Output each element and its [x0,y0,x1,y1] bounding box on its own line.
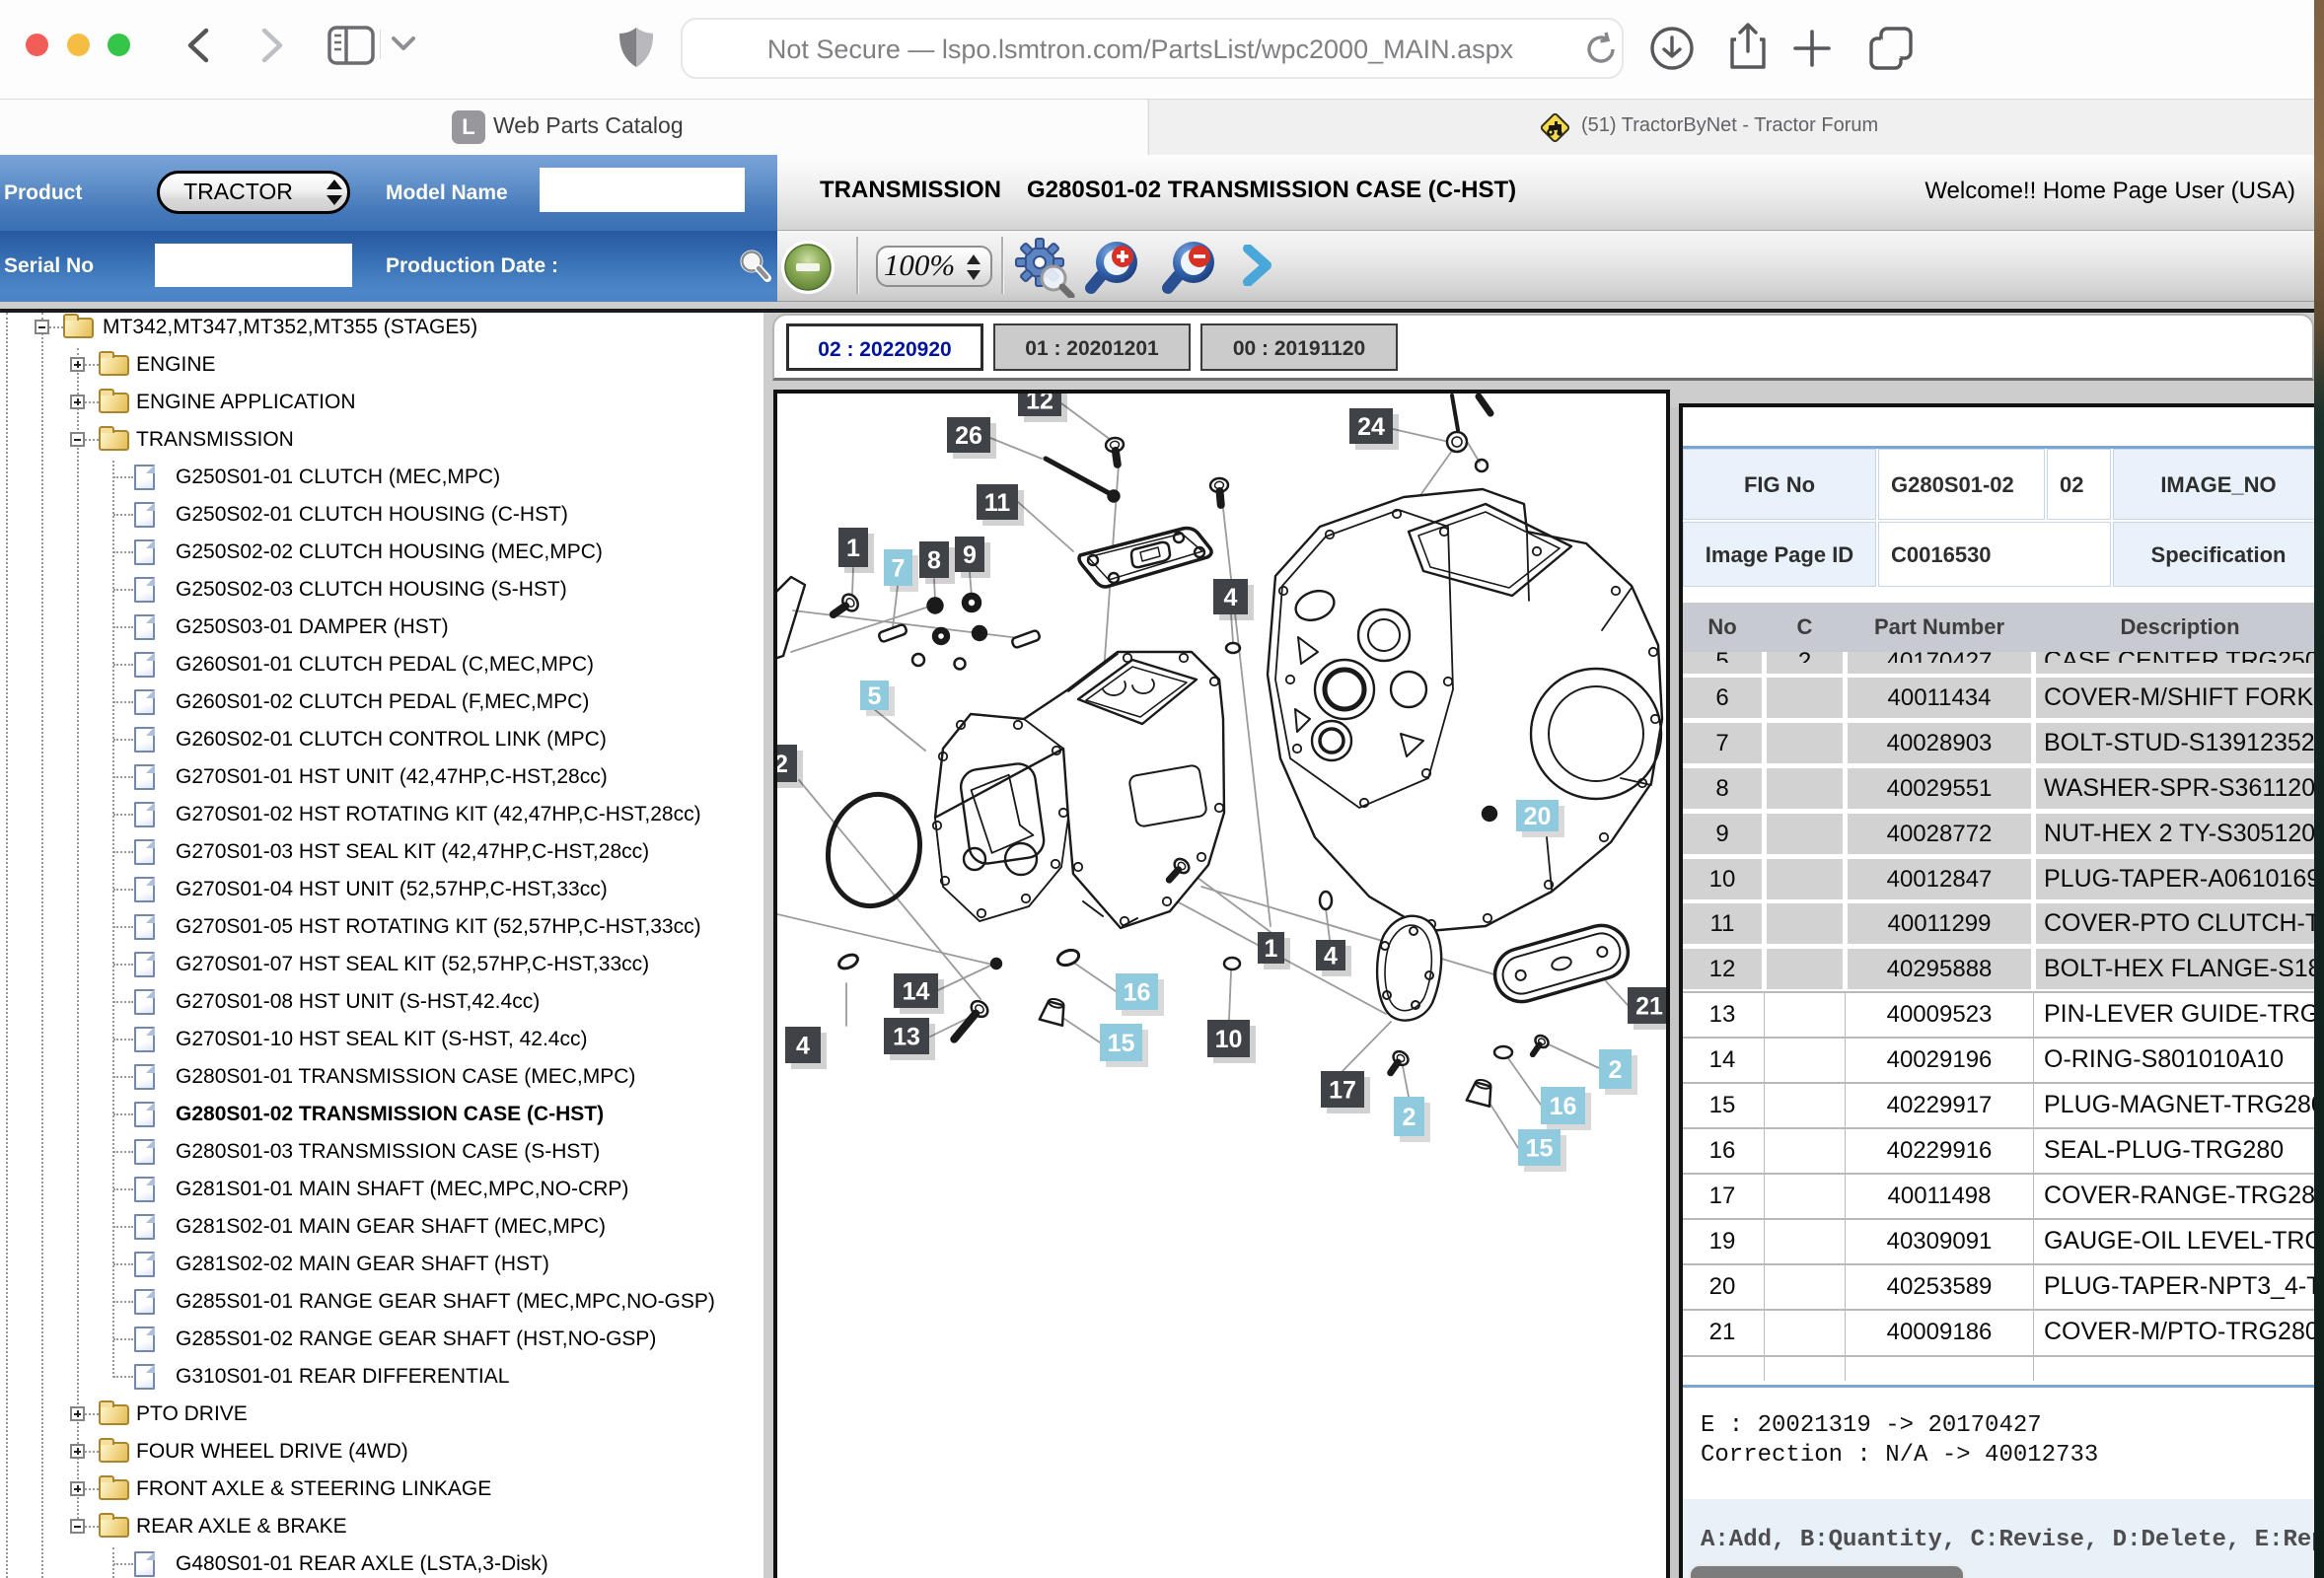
svg-text:24: 24 [1357,413,1385,441]
svg-text:21: 21 [1635,993,1663,1021]
svg-text:7: 7 [892,555,906,583]
svg-text:15: 15 [1108,1030,1135,1057]
svg-text:14: 14 [903,978,930,1006]
svg-text:10: 10 [1215,1026,1243,1053]
svg-text:12: 12 [1026,394,1053,415]
svg-text:26: 26 [955,422,982,450]
svg-text:11: 11 [984,489,1011,517]
svg-text:15: 15 [1526,1135,1554,1163]
svg-text:13: 13 [893,1024,920,1051]
svg-text:9: 9 [963,541,977,569]
svg-text:17: 17 [1329,1077,1356,1105]
svg-text:4: 4 [1324,943,1338,970]
svg-text:2: 2 [777,751,788,778]
svg-text:16: 16 [1550,1093,1577,1120]
svg-text:2: 2 [1609,1056,1623,1084]
svg-text:1: 1 [846,535,860,562]
svg-text:4: 4 [1224,584,1238,611]
svg-text:4: 4 [796,1033,810,1060]
svg-text:8: 8 [927,547,941,575]
svg-text:2: 2 [1403,1104,1416,1131]
svg-text:5: 5 [868,682,882,710]
svg-text:1: 1 [1265,935,1278,963]
svg-text:16: 16 [1124,979,1151,1007]
svg-text:20: 20 [1524,803,1552,830]
